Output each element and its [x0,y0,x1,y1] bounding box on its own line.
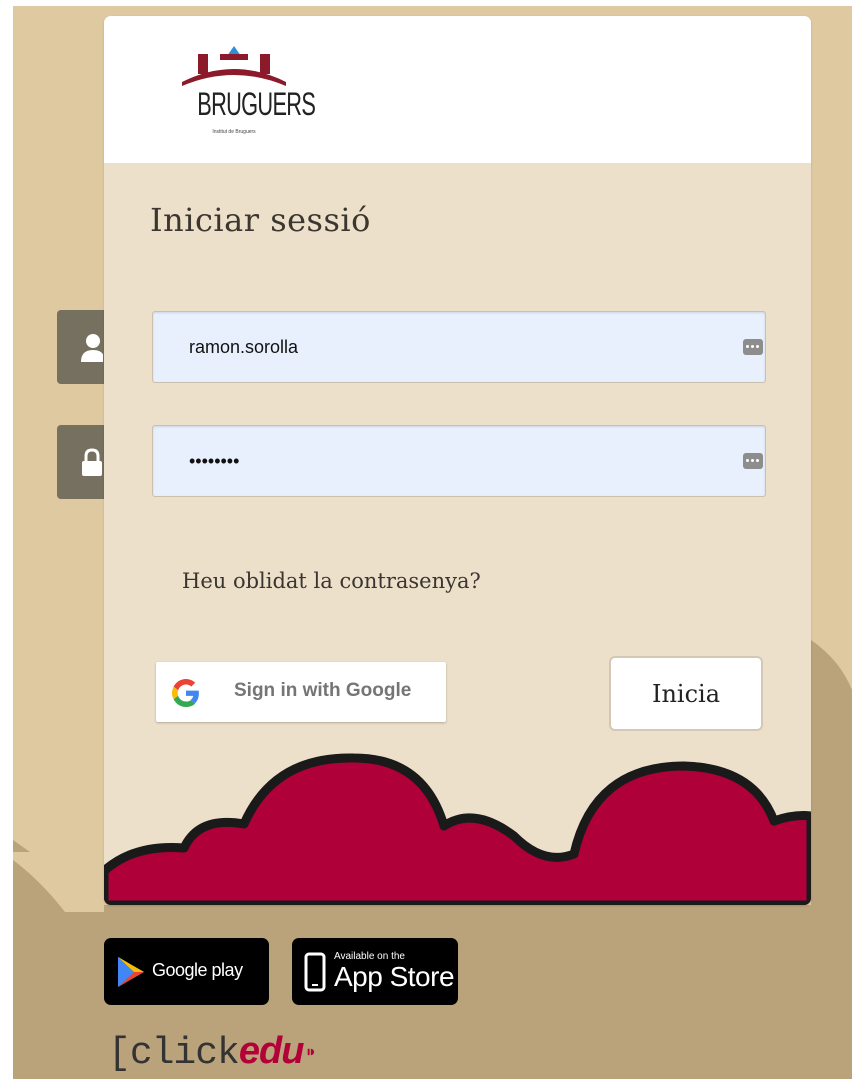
login-card: BRUGUERS Institut de Bruguers Iniciar se… [104,16,811,905]
phone-icon [304,952,326,992]
google-play-badge[interactable]: Google play [104,938,269,1005]
clickedu-arrows-icon: ⁍ [305,1039,316,1065]
username-side-tab [57,310,107,384]
google-g-icon [172,679,199,707]
logo-name: BRUGUERS [197,86,316,122]
username-field [152,311,766,383]
clickedu-click: click [129,1032,240,1075]
google-signin-button[interactable]: Sign in with Google [156,662,446,722]
password-input[interactable] [189,426,729,496]
user-icon [81,334,103,362]
card-header: BRUGUERS Institut de Bruguers [104,16,811,163]
lock-icon [82,448,102,476]
keyboard-icon[interactable] [743,339,763,355]
password-side-tab [57,425,107,499]
logo-subtitle: Institut de Bruguers [212,129,256,135]
username-input[interactable] [189,312,729,382]
login-submit-button[interactable]: Inicia [609,656,763,731]
app-store-badge[interactable]: Available on the App Store [292,938,458,1005]
clouds-decoration [104,753,811,905]
google-play-label: Google play [152,960,243,980]
forgot-password-link[interactable]: Heu oblidat la contrasenya? [182,569,481,593]
app-store-big-label: App Store [334,961,455,992]
google-signin-label: Sign in with Google [234,680,412,701]
play-triangle-icon [118,957,144,987]
clickedu-edu: edu [238,1030,305,1072]
school-building-icon [182,46,286,86]
clickedu-logo: [clickedu⁍ [108,1030,316,1076]
keyboard-icon[interactable] [743,453,763,469]
login-title: Iniciar sessió [150,201,371,239]
clickedu-bracket: [ [108,1032,131,1075]
bruguers-logo: BRUGUERS Institut de Bruguers [180,42,316,142]
password-field [152,425,766,497]
